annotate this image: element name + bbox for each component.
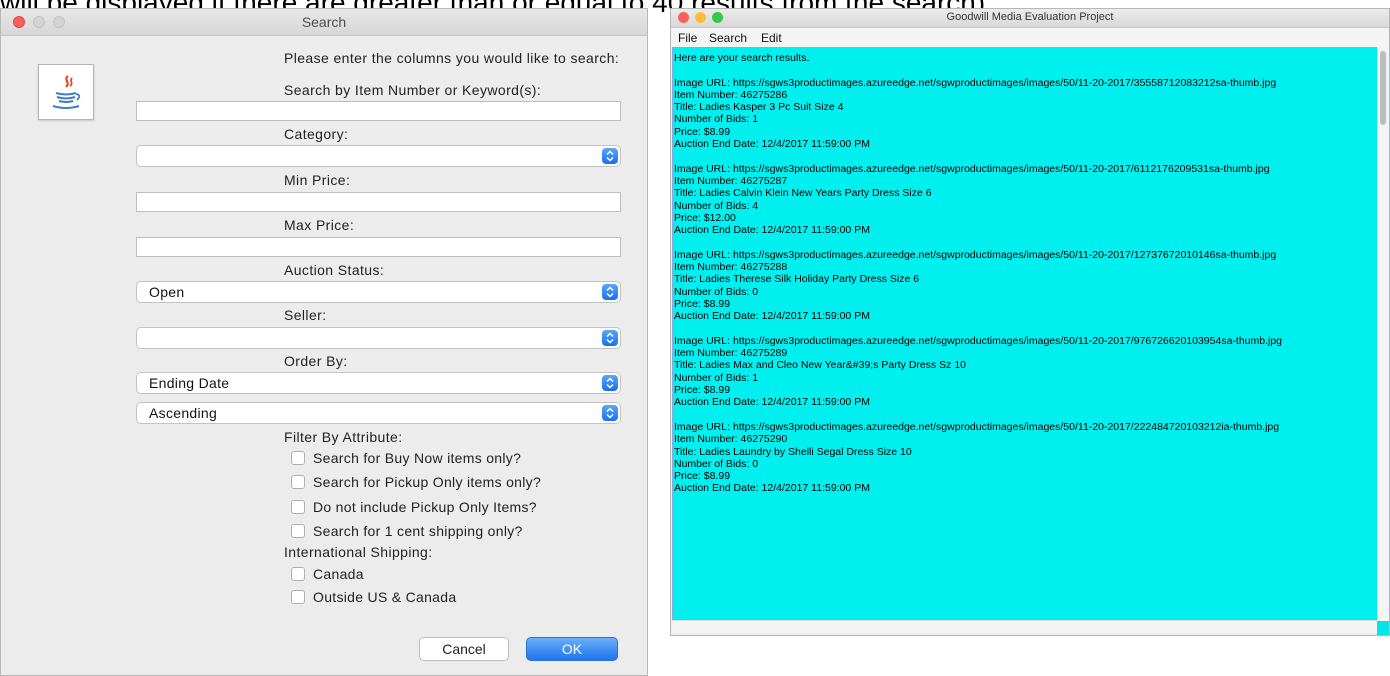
result-bids: Number of Bids: 0 — [674, 457, 759, 470]
search-dialog: Search Please enter the columns you woul… — [0, 8, 648, 676]
result-bids: Number of Bids: 1 — [674, 371, 759, 384]
result-image-url: Image URL: https://sgws3productimages.az… — [674, 76, 1277, 89]
result-end-date: Auction End Date: 12/4/2017 11:59:00 PM — [674, 482, 870, 495]
result-image-url: Image URL: https://sgws3productimages.az… — [674, 248, 1277, 261]
menu-search[interactable]: Search — [709, 31, 747, 45]
vertical-scrollbar[interactable] — [1377, 47, 1389, 633]
result-end-date: Auction End Date: 12/4/2017 11:59:00 PM — [674, 138, 870, 151]
checkbox-label: Outside US & Canada — [313, 589, 457, 605]
auction-status-select[interactable]: Open — [136, 281, 621, 303]
result-item-number: Item Number: 46275289 — [674, 347, 788, 360]
result-title: Title: Ladies Therese Silk Holiday Party… — [674, 273, 920, 286]
result-price: Price: $8.99 — [674, 125, 731, 138]
select-arrows-icon — [602, 375, 618, 391]
order-by-value: Ending Date — [149, 375, 230, 391]
result-end-date: Auction End Date: 12/4/2017 11:59:00 PM — [674, 310, 870, 323]
auction-status-label: Auction Status: — [284, 262, 385, 278]
buy-now-checkbox[interactable]: Search for Buy Now items only? — [291, 450, 521, 466]
keyword-input[interactable] — [136, 101, 621, 121]
result-price: Price: $12.00 — [674, 211, 736, 224]
select-arrows-icon — [602, 405, 618, 421]
keyword-label: Search by Item Number or Keyword(s): — [284, 82, 542, 98]
search-prompt: Please enter the columns you would like … — [284, 50, 620, 66]
checkbox-label: Search for Pickup Only items only? — [313, 474, 542, 490]
checkbox-box[interactable] — [291, 500, 305, 514]
menu-bar: File Search Edit — [671, 28, 1389, 47]
dialog-title: Search — [301, 14, 347, 30]
ok-button[interactable]: OK — [526, 637, 618, 661]
result-bids: Number of Bids: 0 — [674, 285, 759, 298]
min-price-input[interactable] — [136, 192, 621, 212]
order-direction-value: Ascending — [149, 405, 218, 421]
auction-status-value: Open — [149, 284, 185, 300]
checkbox-box[interactable] — [291, 590, 305, 604]
checkbox-box[interactable] — [291, 567, 305, 581]
result-price: Price: $8.99 — [674, 384, 731, 397]
order-by-label: Order By: — [284, 353, 348, 369]
result-title: Title: Ladies Kasper 3 Pc Suit Size 4 — [674, 101, 844, 114]
result-title: Title: Ladies Max and Cleo New Year&#39;… — [674, 359, 967, 372]
result-item-number: Item Number: 46275287 — [674, 174, 788, 187]
result-end-date: Auction End Date: 12/4/2017 11:59:00 PM — [674, 224, 870, 237]
java-coffee-icon — [38, 64, 94, 120]
scroll-corner — [1377, 621, 1389, 635]
result-title: Title: Ladies Laundry by Shelli Segal Dr… — [674, 445, 912, 458]
result-image-url: Image URL: https://sgws3productimages.az… — [674, 162, 1270, 175]
checkbox-box[interactable] — [291, 524, 305, 538]
result-bids: Number of Bids: 4 — [674, 199, 759, 212]
result-price: Price: $8.99 — [674, 297, 731, 310]
category-label: Category: — [284, 126, 349, 142]
menu-edit[interactable]: Edit — [761, 31, 782, 45]
result-item-number: Item Number: 46275288 — [674, 261, 788, 274]
results-window: Goodwill Media Evaluation Project File S… — [670, 8, 1390, 636]
scrollbar-thumb[interactable] — [1380, 51, 1386, 125]
canada-checkbox[interactable]: Canada — [291, 566, 364, 582]
result-image-url: Image URL: https://sgws3productimages.az… — [674, 420, 1280, 433]
result-title: Title: Ladies Calvin Klein New Years Par… — [674, 187, 932, 200]
select-arrows-icon — [602, 330, 618, 346]
result-item-number: Item Number: 46275290 — [674, 433, 788, 446]
cancel-button[interactable]: Cancel — [419, 637, 509, 661]
order-by-select[interactable]: Ending Date — [136, 372, 621, 394]
checkbox-label: Do not include Pickup Only Items? — [313, 499, 537, 515]
result-price: Price: $8.99 — [674, 470, 731, 483]
menu-file[interactable]: File — [678, 31, 697, 45]
result-bids: Number of Bids: 1 — [674, 113, 759, 126]
results-intro: Here are your search results. — [674, 52, 810, 64]
checkbox-label: Search for 1 cent shipping only? — [313, 523, 523, 539]
category-select[interactable] — [136, 145, 621, 167]
results-textarea[interactable]: Here are your search results. Image URL:… — [672, 47, 1380, 620]
max-price-input[interactable] — [136, 237, 621, 257]
select-arrows-icon — [602, 148, 618, 164]
result-end-date: Auction End Date: 12/4/2017 11:59:00 PM — [674, 396, 870, 409]
filter-label: Filter By Attribute: — [284, 429, 403, 445]
seller-select[interactable] — [136, 327, 621, 349]
checkbox-label: Canada — [313, 566, 364, 582]
outside-us-canada-checkbox[interactable]: Outside US & Canada — [291, 589, 456, 605]
result-image-url: Image URL: https://sgws3productimages.az… — [674, 334, 1283, 347]
result-item-number: Item Number: 46275286 — [674, 88, 788, 101]
intl-shipping-label: International Shipping: — [284, 544, 433, 560]
pickup-only-checkbox[interactable]: Search for Pickup Only items only? — [291, 474, 541, 490]
select-arrows-icon — [602, 284, 618, 300]
checkbox-label: Search for Buy Now items only? — [313, 450, 522, 466]
results-window-title: Goodwill Media Evaluation Project — [946, 11, 1114, 23]
results-titlebar: Goodwill Media Evaluation Project — [671, 9, 1389, 28]
max-price-label: Max Price: — [284, 217, 355, 233]
checkbox-box[interactable] — [291, 451, 305, 465]
horizontal-scrollbar[interactable] — [672, 620, 1380, 633]
dialog-titlebar: Search — [1, 9, 647, 36]
min-price-label: Min Price: — [284, 172, 351, 188]
exclude-pickup-checkbox[interactable]: Do not include Pickup Only Items? — [291, 499, 537, 515]
seller-label: Seller: — [284, 307, 327, 323]
order-direction-select[interactable]: Ascending — [136, 402, 621, 424]
one-cent-shipping-checkbox[interactable]: Search for 1 cent shipping only? — [291, 523, 523, 539]
checkbox-box[interactable] — [291, 475, 305, 489]
